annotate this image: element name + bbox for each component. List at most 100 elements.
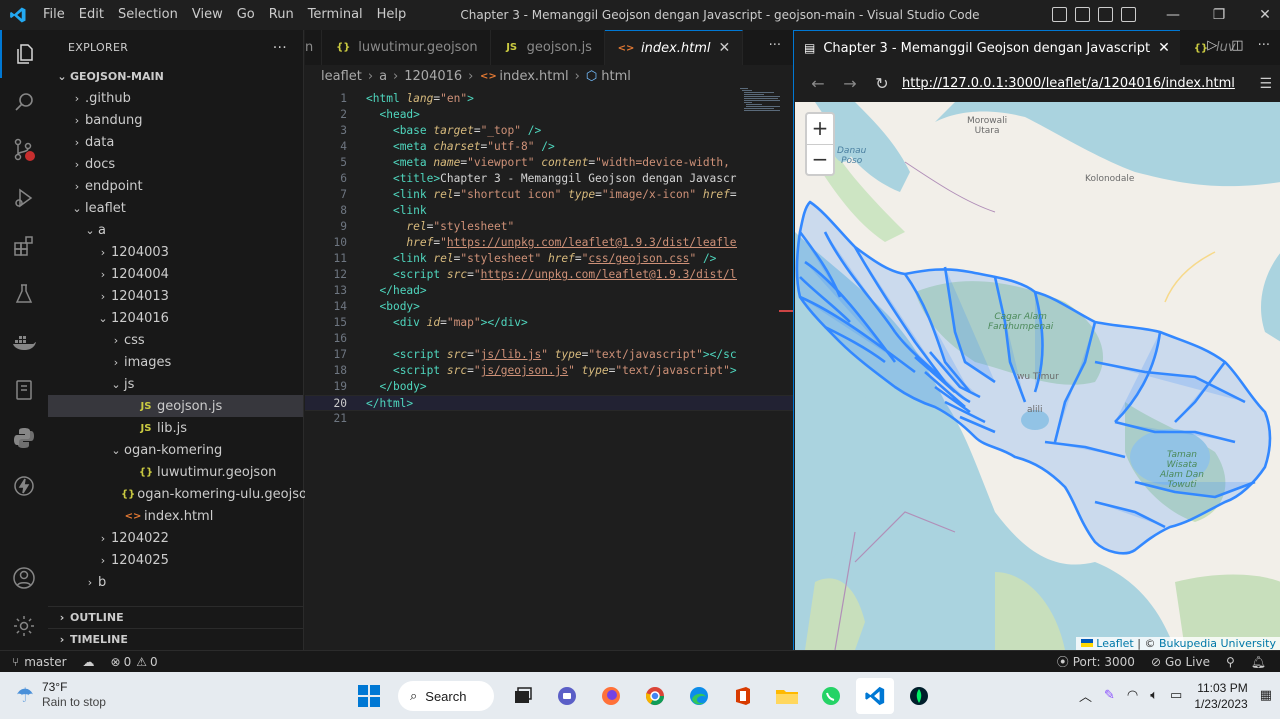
tree-item[interactable]: › 1204003 (48, 241, 303, 263)
tree-item[interactable]: › css (48, 329, 303, 351)
close-tab-icon[interactable]: ✕ (1158, 40, 1170, 56)
notifications-bell-icon[interactable]: 🔔︎ (1243, 653, 1280, 670)
tree-item[interactable]: ⌄ a (48, 219, 303, 241)
tree-item[interactable]: › b (48, 571, 303, 593)
tree-item[interactable]: ⌄ ogan-komering (48, 439, 303, 461)
tree-item[interactable]: › .github (48, 87, 303, 109)
code-line[interactable]: 13 </head> (305, 283, 793, 299)
battery-icon[interactable]: ▭ (1170, 688, 1182, 703)
menu-file[interactable]: File (36, 0, 72, 30)
code-line[interactable]: 3 <base target="_top" /> (305, 123, 793, 139)
restore-button[interactable]: ❐ (1196, 0, 1242, 30)
tree-item[interactable]: ⌄ js (48, 373, 303, 395)
chrome-icon[interactable] (636, 678, 674, 714)
tree-item[interactable]: {} ogan-komering-ulu.geojson (48, 483, 315, 505)
tree-item[interactable]: › docs (48, 153, 303, 175)
docker-icon[interactable] (0, 318, 48, 366)
extensions-icon[interactable] (0, 222, 48, 270)
testing-icon[interactable] (0, 270, 48, 318)
edge-icon[interactable] (680, 678, 718, 714)
sync-status[interactable]: ☁ (75, 655, 103, 669)
leaflet-map[interactable]: + − Morowali Utara Danau Poso Kolonodale… (795, 102, 1280, 650)
code-line[interactable]: 11 <link rel="stylesheet" href="css/geoj… (305, 251, 793, 267)
tree-item[interactable]: JS lib.js (48, 417, 303, 439)
firefox-icon[interactable] (592, 678, 630, 714)
close-tab-icon[interactable]: ✕ (719, 40, 731, 56)
volume-icon[interactable]: 🔈︎ (1150, 688, 1158, 703)
breadcrumb-1204016[interactable]: 1204016 (404, 69, 462, 84)
back-arrow-icon[interactable]: ← (802, 74, 834, 93)
menu-view[interactable]: View (185, 0, 230, 30)
menu-go[interactable]: Go (230, 0, 262, 30)
zoom-in-button[interactable]: + (807, 114, 833, 144)
problems-status[interactable]: ⊗ 0 ⚠ 0 (103, 655, 166, 669)
minimize-button[interactable]: — (1150, 0, 1196, 30)
customize-layout-icon[interactable] (1121, 7, 1136, 22)
code-line[interactable]: 19 </body> (305, 379, 793, 395)
pen-icon[interactable]: ✎ (1104, 688, 1115, 703)
attribution-source-link[interactable]: Bukupedia University (1159, 637, 1276, 650)
reload-icon[interactable]: ↻ (866, 74, 898, 93)
run-debug-icon[interactable] (0, 174, 48, 222)
code-line[interactable]: 10 href="https://unpkg.com/leaflet@1.9.3… (305, 235, 793, 251)
code-line[interactable]: 12 <script src="https://unpkg.com/leafle… (305, 267, 793, 283)
split-editor-icon[interactable]: ◫ (1231, 38, 1243, 53)
menu-terminal[interactable]: Terminal (301, 0, 370, 30)
search-icon[interactable] (0, 78, 48, 126)
teams-chat-icon[interactable] (548, 678, 586, 714)
editor-more-actions-icon[interactable]: ··· (769, 38, 781, 53)
timeline-section[interactable]: › TIMELINE (48, 628, 303, 650)
code-line[interactable]: 15 <div id="map"></div> (305, 315, 793, 331)
code-line[interactable]: 5 <meta name="viewport" content="width=d… (305, 155, 793, 171)
breadcrumb-leaflet[interactable]: leaflet (321, 69, 362, 84)
code-line[interactable]: 18 <script src="js/geojson.js" type="tex… (305, 363, 793, 379)
breadcrumb-index-html[interactable]: index.html (499, 69, 568, 84)
tree-item[interactable]: › 1204013 (48, 285, 303, 307)
tree-item[interactable]: › 1204022 (48, 527, 303, 549)
code-line[interactable]: 8 <link (305, 203, 793, 219)
file-explorer-icon[interactable] (768, 678, 806, 714)
source-control-icon[interactable] (0, 126, 48, 174)
run-icon[interactable]: ▷ (1207, 38, 1217, 53)
tree-item[interactable]: › bandung (48, 109, 303, 131)
code-editor[interactable]: 1 <html lang="en"> 2 <head> 3 <base target=… (305, 87, 793, 427)
notification-center-icon[interactable]: ▦ (1260, 688, 1272, 703)
go-live-button[interactable]: ⊘ Go Live (1143, 653, 1218, 670)
minimap[interactable] (740, 87, 782, 117)
manage-gear-icon[interactable] (0, 602, 48, 650)
feedback-icon[interactable]: ⚲ (1218, 653, 1243, 670)
menu-run[interactable]: Run (262, 0, 301, 30)
tree-item[interactable]: ⌄ leaflet (48, 197, 303, 219)
code-line[interactable]: 20 </html> (305, 395, 793, 411)
tab-truncated[interactable]: n (305, 30, 323, 65)
menu-help[interactable]: Help (370, 0, 414, 30)
more-actions-icon[interactable]: ··· (1258, 38, 1270, 53)
account-icon[interactable] (0, 554, 48, 602)
tab-index-html[interactable]: <> index.html ✕ (604, 30, 744, 65)
workspace-root[interactable]: ⌄ GEOJSON-MAIN (48, 65, 303, 87)
close-window-button[interactable]: ✕ (1242, 0, 1280, 30)
taskbar-search[interactable]: ⌕ Search (398, 681, 494, 711)
tree-item[interactable]: › data (48, 131, 303, 153)
port-status[interactable]: ⦿ Port: 3000 (1049, 653, 1143, 670)
thunder-client-icon[interactable] (0, 462, 48, 510)
code-line[interactable]: 14 <body> (305, 299, 793, 315)
task-view-icon[interactable] (504, 678, 542, 714)
vscode-taskbar-icon[interactable] (856, 678, 894, 714)
leaflet-link[interactable]: Leaflet (1096, 637, 1133, 650)
code-line[interactable]: 17 <script src="js/lib.js" type="text/ja… (305, 347, 793, 363)
outline-section[interactable]: › OUTLINE (48, 606, 303, 628)
menu-selection[interactable]: Selection (111, 0, 185, 30)
code-line[interactable]: 4 <meta charset="utf-8" /> (305, 139, 793, 155)
chevron-up-icon[interactable]: ︿ (1079, 686, 1092, 705)
branch-status[interactable]: ⑂ master (0, 655, 75, 669)
explorer-more-icon[interactable]: ··· (273, 40, 287, 56)
breadcrumb-html[interactable]: html (601, 69, 631, 84)
code-line[interactable]: 2 <head> (305, 107, 793, 123)
browser-tab-chapter3[interactable]: ▤ Chapter 3 - Memanggil Geojson dengan J… (794, 30, 1180, 65)
python-icon[interactable] (0, 414, 48, 462)
weather-widget[interactable]: ☂ 73°F Rain to stop (16, 680, 106, 710)
menu-edit[interactable]: Edit (72, 0, 111, 30)
tab-geojson-js[interactable]: JS geojson.js (491, 30, 605, 65)
tree-item[interactable]: › 1204004 (48, 263, 303, 285)
